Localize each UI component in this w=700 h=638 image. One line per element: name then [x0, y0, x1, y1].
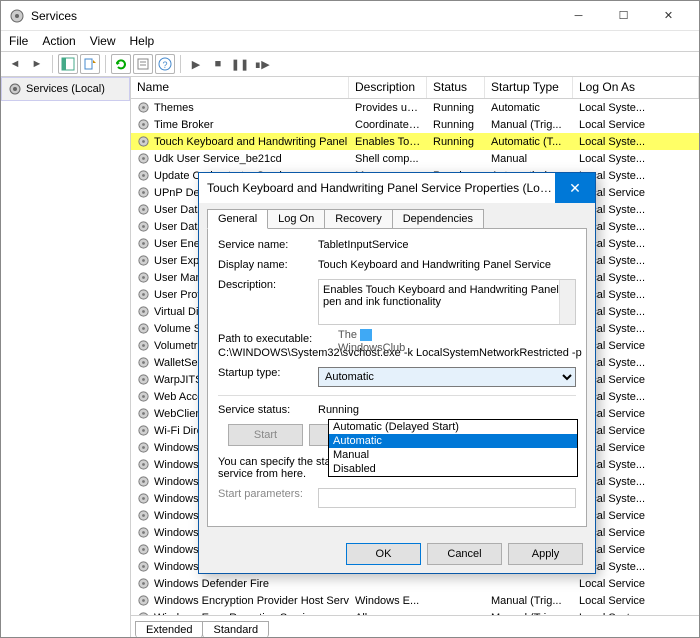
label-service-name: Service name:: [218, 239, 318, 251]
tree-node-services-local[interactable]: Services (Local): [1, 77, 130, 101]
titlebar: Services ─ ☐ ✕: [1, 1, 699, 31]
tab-page-general: Service name: TabletInputService Display…: [207, 228, 587, 527]
forward-button[interactable]: ►: [27, 54, 47, 74]
service-row[interactable]: Windows Encryption Provider Host Service…: [131, 592, 699, 609]
help-button[interactable]: ?: [155, 54, 175, 74]
value-description: Enables Touch Keyboard and Handwriting P…: [323, 284, 559, 308]
option-manual[interactable]: Manual: [329, 448, 577, 462]
option-delayed[interactable]: Automatic (Delayed Start): [329, 420, 577, 434]
refresh-button[interactable]: [111, 54, 131, 74]
scrollbar[interactable]: [559, 280, 575, 324]
menu-action[interactable]: Action: [42, 34, 75, 48]
tab-standard[interactable]: Standard: [202, 621, 269, 637]
service-properties-dialog: Touch Keyboard and Handwriting Panel Ser…: [198, 172, 596, 574]
col-logon-as[interactable]: Log On As: [573, 77, 699, 98]
service-row[interactable]: Touch Keyboard and Handwriting Panel Ser…: [131, 133, 699, 150]
close-button[interactable]: ✕: [646, 2, 691, 30]
menu-file[interactable]: File: [9, 34, 28, 48]
back-button[interactable]: ◄: [5, 54, 25, 74]
dialog-close-button[interactable]: ✕: [555, 173, 595, 203]
view-tabs: Extended Standard: [131, 615, 699, 637]
minimize-button[interactable]: ─: [556, 2, 601, 30]
col-status[interactable]: Status: [427, 77, 485, 98]
gear-icon: [8, 82, 22, 96]
dialog-titlebar: Touch Keyboard and Handwriting Panel Ser…: [199, 173, 595, 203]
label-start-params: Start parameters:: [218, 488, 318, 500]
start-parameters-input: [318, 488, 576, 508]
value-display-name: Touch Keyboard and Handwriting Panel Ser…: [318, 259, 576, 271]
service-row[interactable]: Udk User Service_be21cdShell comp...Manu…: [131, 150, 699, 167]
toolbar: ◄ ► ? ▶ ■ ❚❚ ∎▶: [1, 51, 699, 77]
cancel-button[interactable]: Cancel: [427, 543, 502, 565]
menu-view[interactable]: View: [90, 34, 116, 48]
label-path: Path to executable:: [218, 333, 312, 345]
restart-button[interactable]: ∎▶: [252, 54, 272, 74]
service-row[interactable]: ThemesProvides us...RunningAutomaticLoca…: [131, 99, 699, 116]
apply-button[interactable]: Apply: [508, 543, 583, 565]
label-service-status: Service status:: [218, 404, 318, 416]
option-automatic[interactable]: Automatic: [329, 434, 577, 448]
play-button[interactable]: ▶: [186, 54, 206, 74]
export-button[interactable]: [80, 54, 100, 74]
service-row[interactable]: Time BrokerCoordinates...RunningManual (…: [131, 116, 699, 133]
dialog-buttons: OK Cancel Apply: [199, 535, 595, 573]
value-service-name: TabletInputService: [318, 239, 576, 251]
start-button[interactable]: Start: [228, 424, 303, 446]
startup-type-dropdown: Automatic (Delayed Start) Automatic Manu…: [328, 419, 578, 477]
description-box[interactable]: Enables Touch Keyboard and Handwriting P…: [318, 279, 576, 325]
dialog-tabs: General Log On Recovery Dependencies: [199, 203, 595, 229]
option-disabled[interactable]: Disabled: [329, 462, 577, 476]
ok-button[interactable]: OK: [346, 543, 421, 565]
show-hide-button[interactable]: [58, 54, 78, 74]
stop-button[interactable]: ■: [208, 54, 228, 74]
value-path: C:\WINDOWS\System32\svchost.exe -k Local…: [218, 347, 582, 359]
tree-pane: Services (Local): [1, 77, 131, 637]
startup-type-select[interactable]: Automatic: [318, 367, 576, 387]
window-title: Services: [31, 9, 556, 23]
tab-extended[interactable]: Extended: [135, 621, 203, 637]
dialog-title: Touch Keyboard and Handwriting Panel Ser…: [207, 181, 555, 195]
label-display-name: Display name:: [218, 259, 318, 271]
tab-log-on[interactable]: Log On: [267, 209, 325, 229]
column-headers: Name Description Status Startup Type Log…: [131, 77, 699, 99]
tab-dependencies[interactable]: Dependencies: [392, 209, 484, 229]
tree-node-label: Services (Local): [26, 83, 105, 95]
service-row[interactable]: Windows Defender FireLocal Service: [131, 575, 699, 592]
value-service-status: Running: [318, 404, 576, 416]
col-startup-type[interactable]: Startup Type: [485, 77, 573, 98]
services-icon: [9, 8, 25, 24]
col-name[interactable]: Name: [131, 77, 349, 98]
menubar: File Action View Help: [1, 31, 699, 51]
pause-button[interactable]: ❚❚: [230, 54, 250, 74]
maximize-button[interactable]: ☐: [601, 2, 646, 30]
label-startup-type: Startup type:: [218, 367, 318, 379]
label-description: Description:: [218, 279, 318, 291]
tab-general[interactable]: General: [207, 209, 268, 229]
svg-text:?: ?: [162, 60, 167, 70]
menu-help[interactable]: Help: [130, 34, 155, 48]
properties-button[interactable]: [133, 54, 153, 74]
col-description[interactable]: Description: [349, 77, 427, 98]
tab-recovery[interactable]: Recovery: [324, 209, 392, 229]
